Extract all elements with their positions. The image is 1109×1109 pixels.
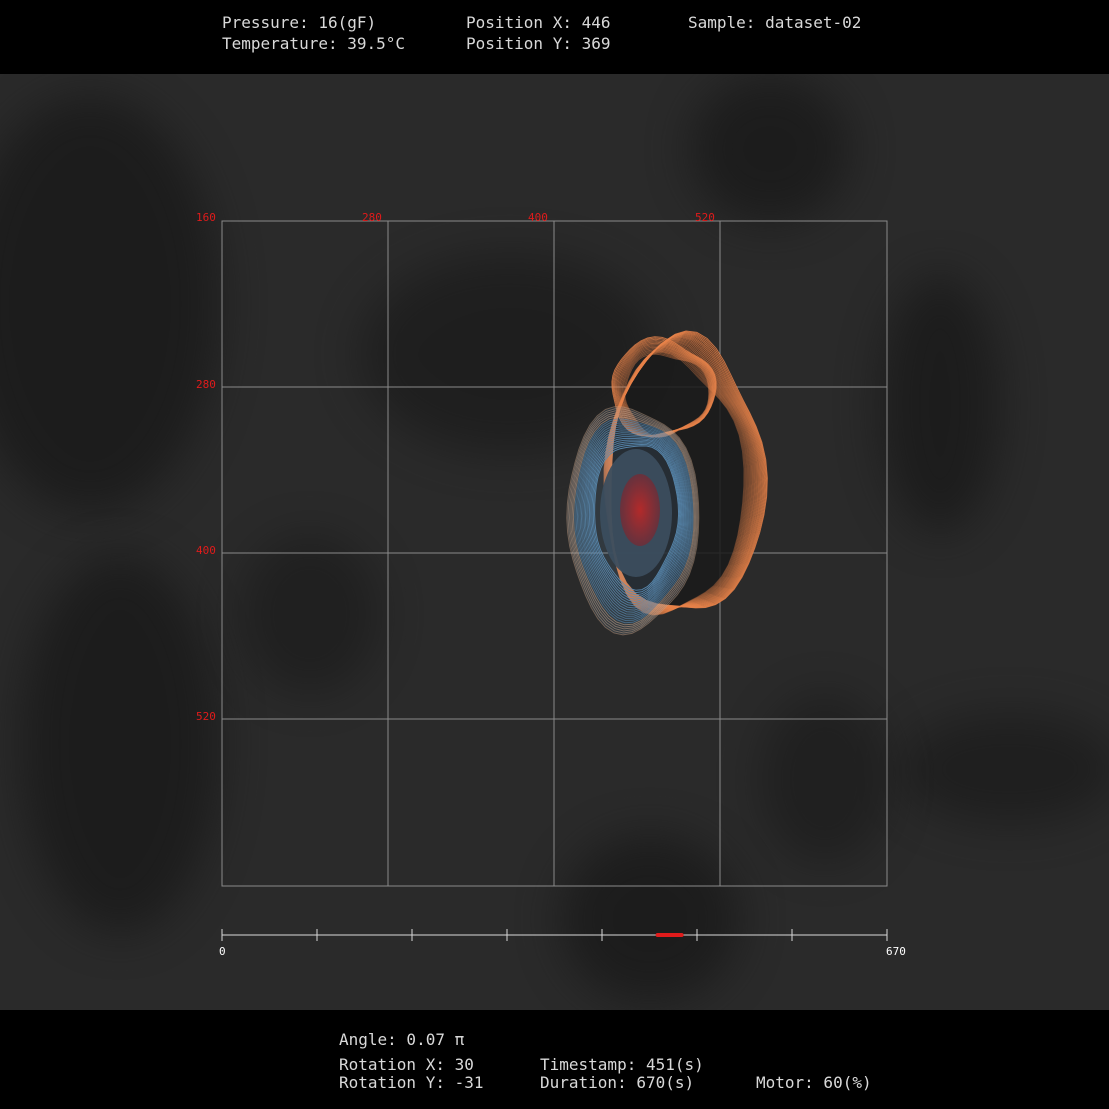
timeline[interactable] <box>221 929 888 941</box>
3d-scan-blob[interactable] <box>566 330 768 636</box>
timeline-end-label: 670 <box>886 945 906 958</box>
bottom-stats-bar: Angle: 0.07 π Rotation X: 30 Rotation Y:… <box>0 1010 1109 1109</box>
duration-readout: Duration: 670(s) <box>540 1073 695 1092</box>
rotation-x-readout: Rotation X: 30 <box>339 1055 474 1074</box>
x-axis-label: 160 <box>196 211 216 224</box>
motor-readout: Motor: 60(%) <box>756 1073 872 1092</box>
timestamp-readout: Timestamp: 451(s) <box>540 1055 704 1074</box>
y-axis-label: 520 <box>196 710 216 723</box>
x-axis-label: 280 <box>362 211 382 224</box>
x-axis-label: 520 <box>695 211 715 224</box>
plot-overlay <box>221 220 888 1098</box>
core-region <box>620 474 660 546</box>
x-axis-label: 400 <box>528 211 548 224</box>
rotation-y-readout: Rotation Y: -31 <box>339 1073 484 1092</box>
grid <box>221 220 888 887</box>
y-axis-label: 400 <box>196 544 216 557</box>
y-axis-label: 280 <box>196 378 216 391</box>
timeline-start-label: 0 <box>219 945 226 958</box>
angle-readout: Angle: 0.07 π <box>339 1030 465 1049</box>
